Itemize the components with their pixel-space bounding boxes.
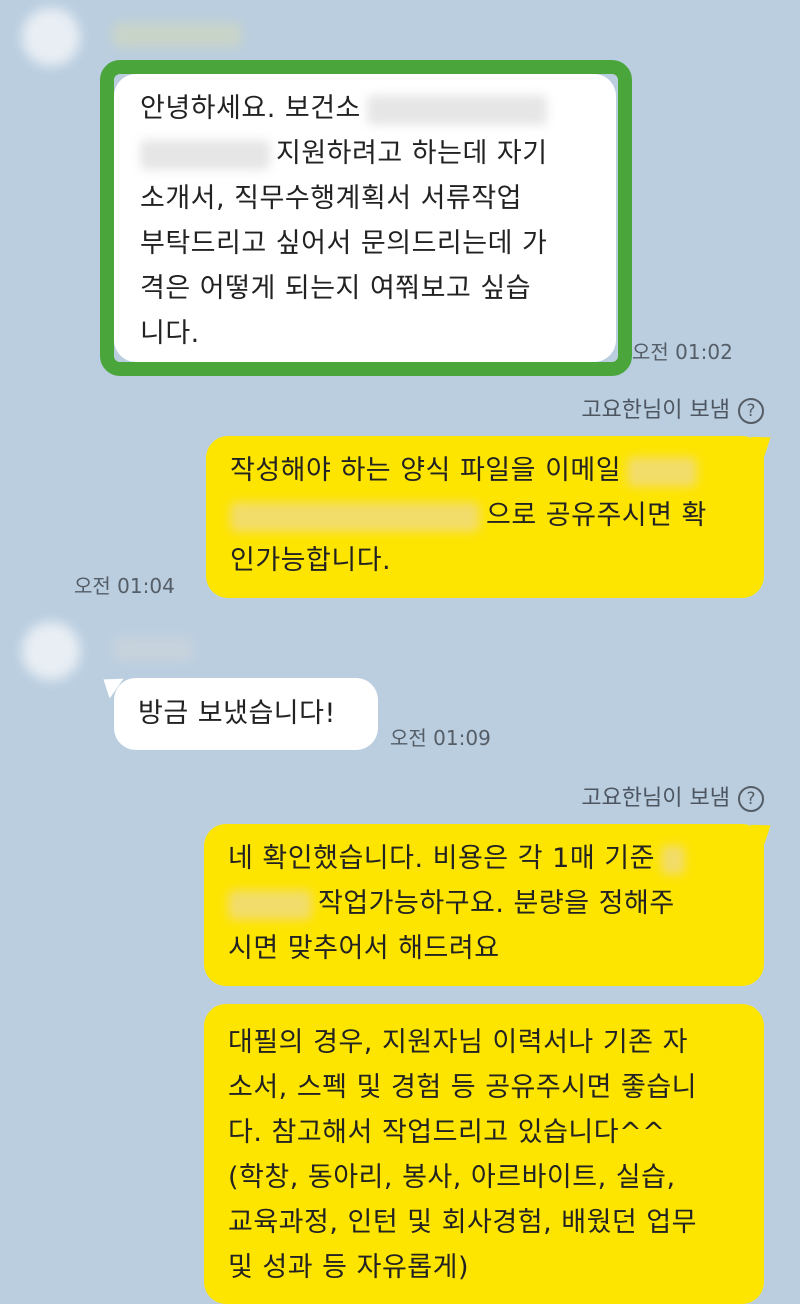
- message-line: 대필의 경우, 지원자님 이력서나 기존 자: [228, 1027, 688, 1058]
- help-icon[interactable]: ?: [738, 398, 764, 424]
- message-line: 으로 공유주시면 확: [230, 493, 746, 538]
- avatar[interactable]: [22, 8, 80, 66]
- sent-message-bubble[interactable]: 네 확인했습니다. 비용은 각 1매 기준 작업가능하구요. 분량을 정해주 시…: [204, 824, 764, 986]
- sent-by-label: 고요한님이 보냄?: [581, 780, 764, 812]
- message-line: 교육과정, 인턴 및 회사경험, 배웠던 업무: [228, 1207, 698, 1238]
- message-line: 소서, 스펙 및 경험 등 공유주시면 좋습니: [228, 1072, 698, 1103]
- message-timestamp: 오전 01:04: [74, 574, 175, 598]
- message-line: 작업가능하구요. 분량을 정해주: [228, 881, 746, 926]
- redacted-text: [228, 889, 312, 920]
- message-timestamp: 오전 01:02: [632, 340, 733, 364]
- message-line: 및 성과 등 자유롭게): [228, 1252, 470, 1283]
- received-message-bubble[interactable]: 방금 보냈습니다!: [114, 678, 378, 750]
- help-icon[interactable]: ?: [738, 786, 764, 812]
- message-line: 방금 보냈습니다!: [138, 698, 336, 729]
- message-line: 시면 맞추어서 해드려요: [228, 933, 500, 964]
- message-line: 네 확인했습니다. 비용은 각 1매 기준: [228, 836, 746, 881]
- sender-name: [112, 22, 242, 48]
- highlight-frame: [100, 60, 632, 376]
- message-line: 작성해야 하는 양식 파일을 이메일: [230, 448, 746, 493]
- avatar[interactable]: [22, 622, 80, 680]
- message-line: 다. 참고해서 작업드리고 있습니다^^: [228, 1117, 666, 1148]
- sent-by-label: 고요한님이 보냄?: [581, 392, 764, 424]
- sender-name: [112, 636, 194, 662]
- redacted-text: [627, 456, 698, 487]
- redacted-text: [660, 844, 685, 875]
- sent-message-bubble[interactable]: 대필의 경우, 지원자님 이력서나 기존 자 소서, 스펙 및 경험 등 공유주…: [204, 1004, 764, 1304]
- message-line: 인가능합니다.: [230, 545, 392, 576]
- message-line: (학창, 동아리, 봉사, 아르바이트, 실습,: [228, 1162, 676, 1193]
- redacted-text: [230, 501, 480, 532]
- sent-message-bubble[interactable]: 작성해야 하는 양식 파일을 이메일 으로 공유주시면 확 인가능합니다.: [206, 436, 764, 598]
- message-timestamp: 오전 01:09: [390, 726, 491, 750]
